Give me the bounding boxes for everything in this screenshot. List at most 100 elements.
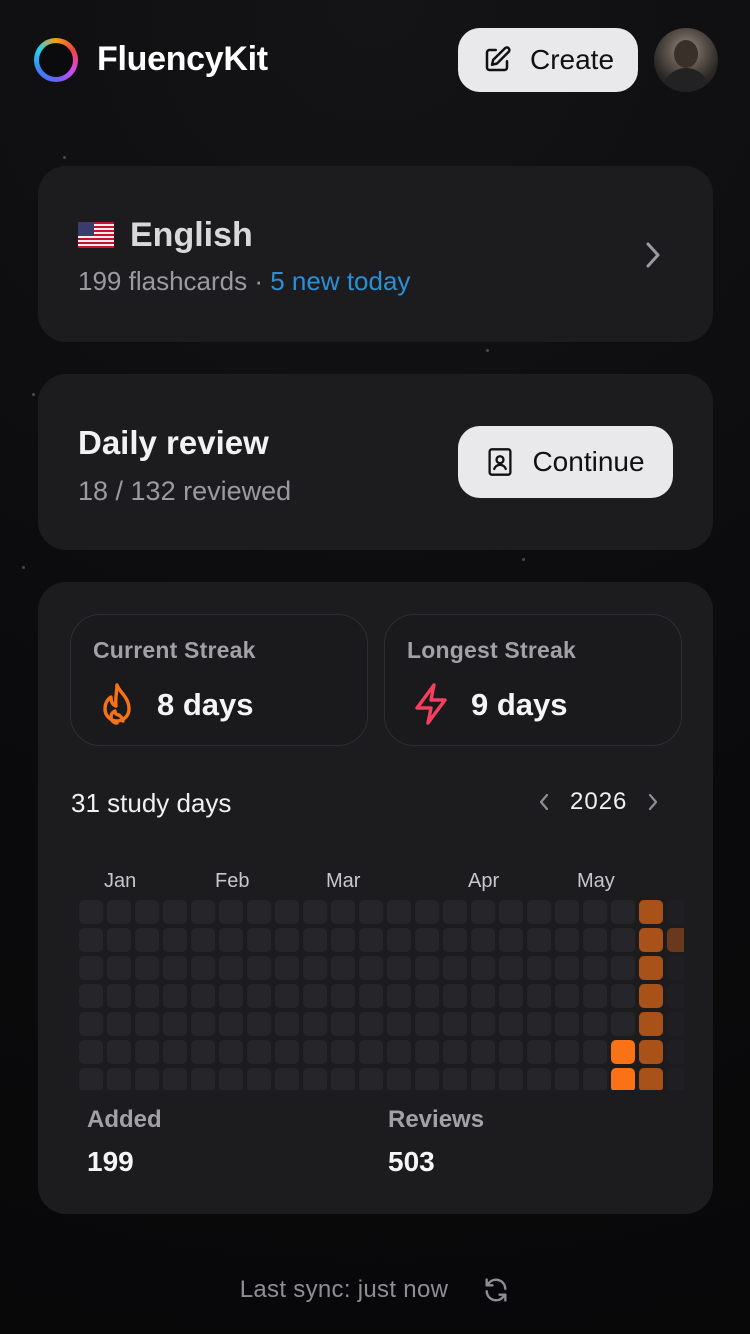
continue-button[interactable]: Continue	[458, 426, 673, 498]
user-avatar[interactable]	[654, 28, 718, 92]
study-heatmap	[79, 898, 684, 1090]
heatmap-cell	[191, 900, 215, 924]
heatmap-cell	[247, 928, 271, 952]
heatmap-cell	[107, 1040, 131, 1064]
heatmap-cell	[107, 1068, 131, 1090]
heatmap-cell	[191, 928, 215, 952]
heatmap-cell	[499, 928, 523, 952]
heatmap-cell	[359, 1012, 383, 1036]
heatmap-cell	[555, 900, 579, 924]
heatmap-cell	[331, 928, 355, 952]
stats-card: Current Streak 8 days Longest Streak 9 d…	[38, 582, 713, 1214]
heatmap-cell	[247, 956, 271, 980]
current-streak-box: Current Streak 8 days	[70, 614, 368, 746]
heatmap-cell	[527, 1012, 551, 1036]
heatmap-cell	[163, 956, 187, 980]
heatmap-cell	[79, 1068, 103, 1090]
heatmap-cell	[79, 1012, 103, 1036]
heatmap-cell	[667, 1068, 684, 1090]
heatmap-cell	[191, 1012, 215, 1036]
heatmap-cell	[331, 1012, 355, 1036]
heatmap-cell	[667, 956, 684, 980]
heatmap-cell	[107, 928, 131, 952]
heatmap-cell	[583, 956, 607, 980]
heatmap-cell	[303, 1068, 327, 1090]
heatmap-cell	[443, 956, 467, 980]
heatmap-cell	[387, 1012, 411, 1036]
heatmap-cell	[639, 984, 663, 1008]
heatmap-cell	[191, 1068, 215, 1090]
heatmap-cell	[443, 1068, 467, 1090]
heatmap-cell	[583, 928, 607, 952]
heatmap-cell	[79, 984, 103, 1008]
heatmap-cell	[219, 928, 243, 952]
heatmap-cell	[275, 900, 299, 924]
heatmap-cell	[555, 1012, 579, 1036]
heatmap-cell	[135, 984, 159, 1008]
heatmap-cell	[443, 928, 467, 952]
heatmap-cell	[191, 956, 215, 980]
heatmap-cell	[275, 928, 299, 952]
year-navigator: 2026	[538, 788, 659, 816]
chevron-left-icon[interactable]	[538, 792, 550, 812]
heatmap-cell	[219, 1068, 243, 1090]
heatmap-cell	[387, 984, 411, 1008]
heatmap-cell	[359, 956, 383, 980]
heatmap-cell	[275, 1040, 299, 1064]
heatmap-cell	[527, 900, 551, 924]
heatmap-cell	[135, 1012, 159, 1036]
longest-streak-value: 9 days	[471, 687, 568, 722]
stats-separator: ·	[247, 266, 271, 296]
heatmap-cell	[247, 1068, 271, 1090]
heatmap-cell	[583, 1068, 607, 1090]
added-label: Added	[87, 1106, 162, 1133]
heatmap-cell	[387, 928, 411, 952]
heatmap-cell	[415, 1068, 439, 1090]
heatmap-cell	[471, 900, 495, 924]
language-card[interactable]: English 199 flashcards · 5 new today	[38, 166, 713, 342]
heatmap-cell	[359, 984, 383, 1008]
heatmap-cell	[387, 1040, 411, 1064]
heatmap-cell	[359, 1040, 383, 1064]
heatmap-cell	[443, 1012, 467, 1036]
heatmap-cell	[387, 1068, 411, 1090]
create-button-label: Create	[529, 44, 615, 75]
heatmap-cell	[107, 984, 131, 1008]
heatmap-cell	[415, 900, 439, 924]
heatmap-cell	[191, 984, 215, 1008]
flame-icon	[103, 683, 131, 725]
heatmap-cell	[331, 1040, 355, 1064]
heatmap-cell	[667, 1012, 684, 1036]
heatmap-cell	[499, 1040, 523, 1064]
heatmap-cell	[639, 1068, 663, 1090]
create-button[interactable]: Create	[458, 28, 638, 92]
heatmap-cell	[163, 928, 187, 952]
longest-streak-label: Longest Streak	[407, 637, 576, 663]
heatmap-cell	[639, 1012, 663, 1036]
heatmap-cell	[611, 984, 635, 1008]
heatmap-cell	[471, 928, 495, 952]
heatmap-cell	[331, 1068, 355, 1090]
heatmap-cell	[107, 900, 131, 924]
chevron-right-icon[interactable]	[647, 792, 659, 812]
refresh-icon[interactable]	[482, 1276, 510, 1304]
review-progress: 18 / 132 reviewed	[78, 476, 292, 506]
study-days-count: 31 study days	[71, 788, 232, 818]
heatmap-cell	[331, 956, 355, 980]
heatmap-cell	[247, 900, 271, 924]
heatmap-cell	[443, 900, 467, 924]
heatmap-cell	[527, 1068, 551, 1090]
current-streak-value: 8 days	[157, 687, 254, 722]
heatmap-cell	[527, 956, 551, 980]
heatmap-cell	[303, 928, 327, 952]
heatmap-cell	[387, 900, 411, 924]
heatmap-cell	[79, 956, 103, 980]
current-streak-label: Current Streak	[93, 637, 256, 663]
heatmap-cell	[667, 900, 684, 924]
heatmap-cell	[527, 928, 551, 952]
heatmap-cell	[79, 928, 103, 952]
heatmap-cell	[499, 1068, 523, 1090]
heatmap-cell	[415, 956, 439, 980]
heatmap-cell	[247, 1012, 271, 1036]
heatmap-cell	[303, 956, 327, 980]
